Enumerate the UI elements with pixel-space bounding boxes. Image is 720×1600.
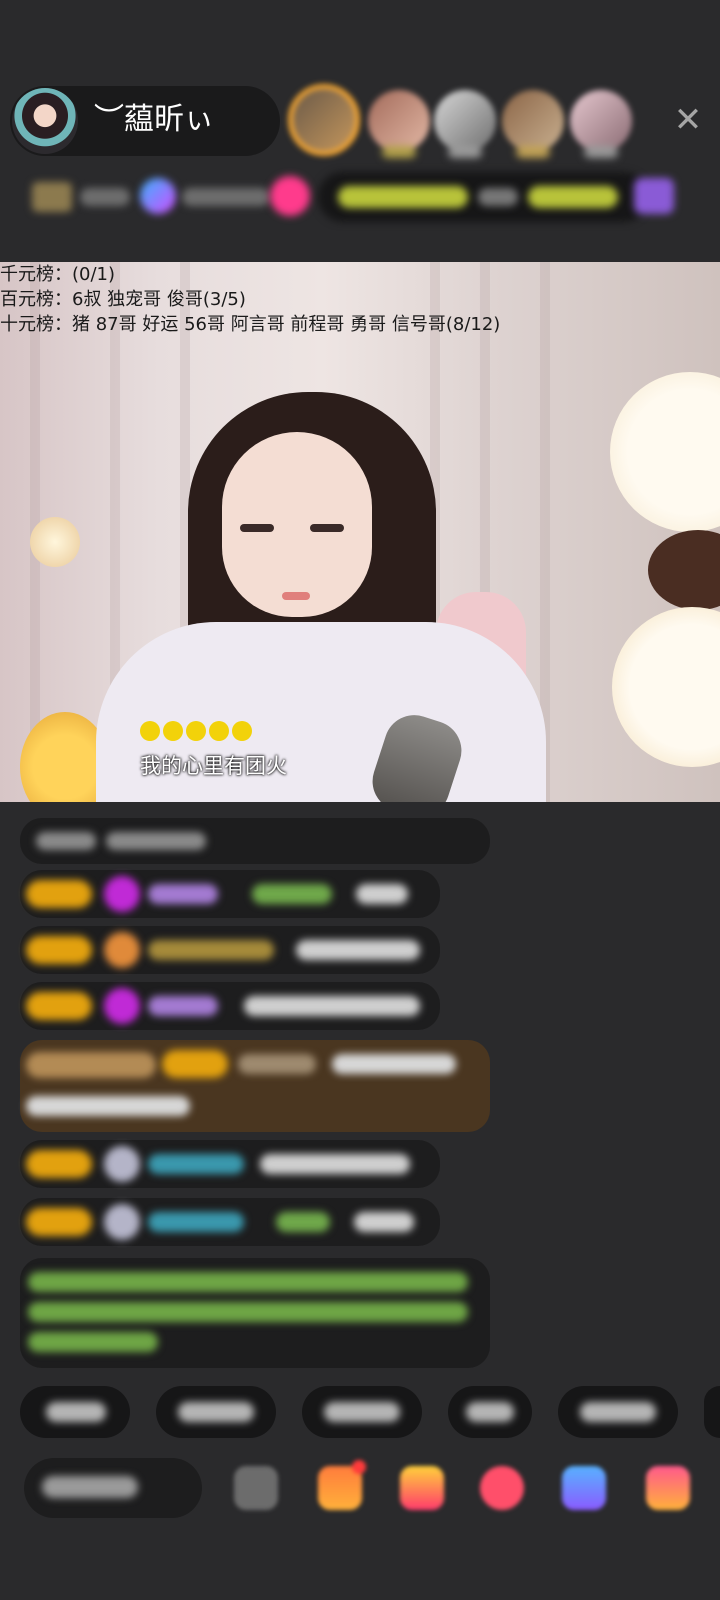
host-avatar[interactable] [12, 88, 78, 154]
chat-message[interactable] [20, 926, 440, 974]
chat-message[interactable] [20, 982, 440, 1030]
quick-reply-chip[interactable] [302, 1386, 422, 1438]
viewer-avatar[interactable] [434, 90, 496, 158]
viewer-avatar[interactable] [502, 90, 564, 158]
emoji-icon[interactable] [234, 1466, 278, 1510]
viewer-avatar[interactable] [288, 84, 360, 156]
host-name: ︶藴昕ぃ [94, 102, 214, 137]
chat-message[interactable] [20, 818, 490, 864]
chat-system-message [20, 1258, 490, 1368]
viewer-avatar[interactable] [570, 90, 632, 158]
lyric-dot [163, 721, 183, 741]
gift-icon[interactable] [646, 1466, 690, 1510]
lyric-dot [186, 721, 206, 741]
chat-message-highlight[interactable] [20, 1040, 490, 1132]
game-icon[interactable] [562, 1466, 606, 1510]
activity-ticker[interactable] [22, 172, 702, 222]
lyric-dot [232, 721, 252, 741]
chat-message[interactable] [20, 1198, 440, 1246]
close-button[interactable]: ✕ [668, 100, 708, 140]
lamp [612, 607, 720, 767]
bottom-toolbar[interactable] [24, 1458, 714, 1518]
quick-reply-chip[interactable] [558, 1386, 678, 1438]
heart-gift-icon[interactable] [480, 1466, 524, 1510]
lyric-dot [140, 721, 160, 741]
quick-reply-chip[interactable] [448, 1386, 532, 1438]
streamer-mouth [282, 592, 310, 600]
lamp [610, 372, 720, 532]
quick-reply-chip[interactable] [704, 1386, 720, 1438]
treasure-icon[interactable] [400, 1466, 444, 1510]
lyric-dot [209, 721, 229, 741]
quick-reply-bar[interactable] [20, 1386, 720, 1442]
quick-reply-chip[interactable] [156, 1386, 276, 1438]
quick-reply-chip[interactable] [20, 1386, 130, 1438]
rank-line-ten: 十元榜：猪 87哥 好运 56哥 阿言哥 前程哥 勇哥 信号哥(8/12) [0, 314, 501, 335]
gift-box-icon[interactable] [318, 1460, 366, 1510]
rank-line-thousand: 千元榜：(0/1) [0, 264, 116, 285]
chat-message[interactable] [20, 870, 440, 918]
candle-light [30, 517, 80, 567]
rank-line-hundred: 百元榜：6叔 独宠哥 俊哥(3/5) [0, 289, 246, 310]
lyric-subtitle: 我的心里有团火 [140, 754, 287, 778]
rank-overlay: 千元榜：(0/1) 百元榜：6叔 独宠哥 俊哥(3/5) 十元榜：猪 87哥 好… [0, 262, 500, 337]
chat-message[interactable] [20, 1140, 440, 1188]
lyric-progress-dots [140, 721, 255, 741]
lamp [648, 530, 720, 610]
host-info-pill[interactable]: ︶藴昕ぃ [10, 86, 280, 156]
streamer-eye [240, 524, 274, 532]
live-video[interactable]: 千元榜：(0/1) 百元榜：6叔 独宠哥 俊哥(3/5) 十元榜：猪 87哥 好… [0, 262, 720, 802]
streamer-eye [310, 524, 344, 532]
viewer-avatar[interactable] [368, 90, 430, 158]
chat-input[interactable] [24, 1458, 202, 1518]
